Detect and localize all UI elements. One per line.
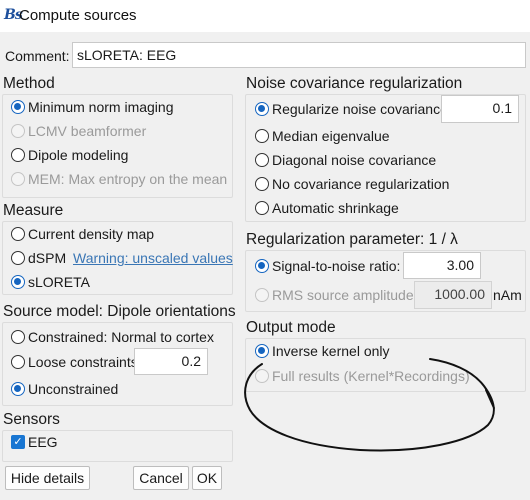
measure-current-density-radio[interactable]: [11, 227, 25, 241]
source-model-title: Source model: Dipole orientations: [3, 303, 236, 320]
ok-button[interactable]: OK: [192, 466, 222, 490]
rms-amplitude-radio: [255, 288, 269, 302]
method-dipole-label[interactable]: Dipole modeling: [28, 146, 128, 164]
measure-dspm-radio[interactable]: [11, 251, 25, 265]
diagonal-noise-cov-radio[interactable]: [255, 153, 269, 167]
rms-unit-label: nAm: [493, 287, 522, 303]
full-results-label: Full results (Kernel*Recordings): [272, 368, 470, 384]
measure-dspm-label[interactable]: dSPM: [28, 249, 66, 267]
rms-amplitude-label: RMS source amplitude:: [272, 287, 418, 303]
method-mem-radio: [11, 172, 25, 186]
output-mode-title: Output mode: [246, 319, 336, 336]
window-title: Compute sources: [19, 7, 137, 24]
loose-constraints-radio[interactable]: [11, 355, 25, 369]
method-lcmv-radio: [11, 124, 25, 138]
cancel-button[interactable]: Cancel: [133, 466, 189, 490]
sensors-title: Sensors: [3, 411, 60, 428]
method-lcmv-label: LCMV beamformer: [28, 123, 147, 139]
median-eigenvalue-radio[interactable]: [255, 129, 269, 143]
constrained-label[interactable]: Constrained: Normal to cortex: [28, 328, 214, 346]
automatic-shrinkage-label[interactable]: Automatic shrinkage: [272, 199, 399, 217]
method-minnorm-radio[interactable]: [11, 100, 25, 114]
method-mem-label: MEM: Max entropy on the mean: [28, 171, 228, 187]
no-cov-regularization-label[interactable]: No covariance regularization: [272, 175, 449, 193]
snr-input[interactable]: 3.00: [403, 252, 481, 279]
hide-details-button[interactable]: Hide details: [5, 466, 90, 490]
unconstrained-label[interactable]: Unconstrained: [28, 380, 118, 398]
noise-cov-title: Noise covariance regularization: [246, 75, 463, 92]
method-dipole-radio[interactable]: [11, 148, 25, 162]
regularize-noise-cov-radio[interactable]: [255, 102, 269, 116]
unscaled-values-warning-link[interactable]: Warning: unscaled values: [73, 249, 233, 267]
measure-sloreta-label[interactable]: sLORETA: [28, 273, 90, 291]
regularize-noise-cov-label[interactable]: Regularize noise covariance:: [272, 100, 452, 118]
method-title: Method: [3, 75, 55, 92]
loose-constraints-value-input[interactable]: 0.2: [134, 348, 208, 375]
comment-field[interactable]: sLORETA: EEG: [72, 42, 526, 68]
reg-param-title: Regularization parameter: 1 / λ: [246, 231, 458, 248]
automatic-shrinkage-radio[interactable]: [255, 201, 269, 215]
rms-amplitude-input: 1000.00: [414, 281, 492, 309]
constrained-radio[interactable]: [11, 330, 25, 344]
diagonal-noise-cov-label[interactable]: Diagonal noise covariance: [272, 151, 436, 169]
eeg-checkbox[interactable]: ✓: [11, 435, 25, 449]
method-minnorm-label[interactable]: Minimum norm imaging: [28, 98, 173, 116]
regularize-noise-cov-input[interactable]: 0.1: [441, 95, 519, 123]
full-results-radio: [255, 369, 269, 383]
inverse-kernel-only-label[interactable]: Inverse kernel only: [272, 342, 390, 360]
no-cov-regularization-radio[interactable]: [255, 177, 269, 191]
unconstrained-radio[interactable]: [11, 382, 25, 396]
comment-label: Comment:: [5, 48, 70, 64]
measure-sloreta-radio[interactable]: [11, 275, 25, 289]
snr-label[interactable]: Signal-to-noise ratio:: [272, 257, 400, 275]
median-eigenvalue-label[interactable]: Median eigenvalue: [272, 127, 390, 145]
eeg-label[interactable]: EEG: [28, 433, 58, 451]
measure-current-density-label[interactable]: Current density map: [28, 225, 154, 243]
measure-title: Measure: [3, 202, 64, 219]
brainstorm-app-icon: Bs: [4, 7, 23, 23]
loose-constraints-label[interactable]: Loose constraints: [28, 353, 138, 371]
snr-radio[interactable]: [255, 259, 269, 273]
inverse-kernel-only-radio[interactable]: [255, 344, 269, 358]
